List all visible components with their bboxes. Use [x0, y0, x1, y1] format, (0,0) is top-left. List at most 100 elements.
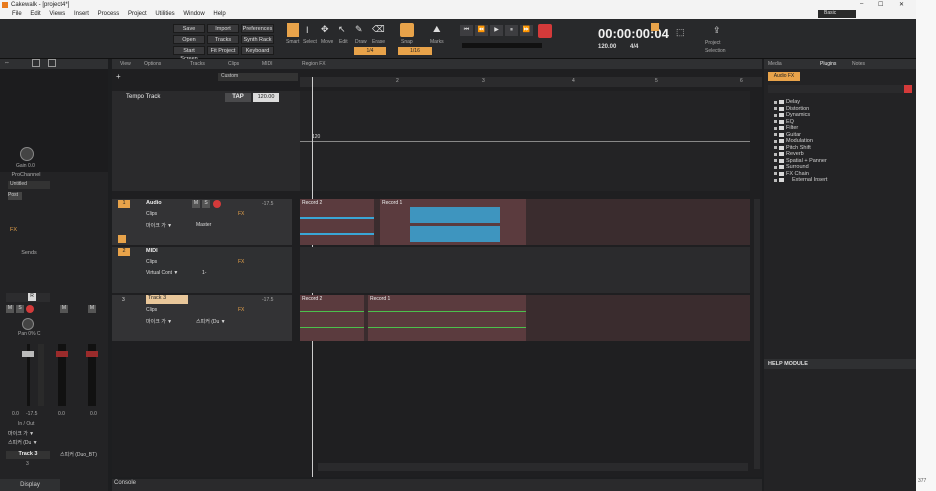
strip-record-arm[interactable]: [26, 305, 34, 313]
post-button[interactable]: Post: [8, 192, 22, 200]
maximize-button[interactable]: ☐: [878, 1, 883, 8]
track-1-arm[interactable]: [213, 200, 221, 208]
strip-solo[interactable]: S: [16, 305, 24, 313]
menu-process[interactable]: Process: [98, 11, 120, 17]
fx-bin[interactable]: FX: [8, 227, 50, 235]
grid-value[interactable]: 1/16: [398, 47, 432, 55]
synth-rack-button[interactable]: Synth Rack: [241, 35, 274, 44]
track-1-clip-record2[interactable]: Record 2: [300, 199, 374, 245]
track-1-volume[interactable]: -17.5: [262, 201, 273, 207]
track-3-header[interactable]: 3 Track 3 -17.5 Clips 마이크 가 ▼ 스피커 (Du ▼ …: [112, 295, 292, 341]
audio-fx-button[interactable]: Audio FX: [768, 72, 800, 81]
track-3-volume[interactable]: -17.5: [262, 297, 273, 303]
minimize-button[interactable]: –: [860, 1, 863, 7]
midi-menu[interactable]: MIDI: [262, 61, 273, 67]
read-button[interactable]: R: [28, 293, 36, 301]
tracks-button[interactable]: Tracks: [207, 35, 239, 44]
tap-button[interactable]: TAP: [225, 93, 251, 102]
input-select[interactable]: 마이크 가 ▼: [8, 430, 34, 437]
track-2-output[interactable]: 1-: [202, 270, 206, 276]
strip-track-name[interactable]: Track 3: [6, 451, 50, 459]
tempo-lane[interactable]: 120: [300, 91, 750, 191]
track-2-clips[interactable]: Clips: [146, 259, 157, 265]
track-3-input[interactable]: 마이크 가 ▼: [146, 318, 172, 325]
options-menu[interactable]: Options: [144, 61, 161, 67]
menu-insert[interactable]: Insert: [74, 11, 89, 17]
play-button[interactable]: ▶: [490, 25, 503, 36]
clips-menu[interactable]: Clips: [228, 61, 239, 67]
rewind-button[interactable]: ⏮: [460, 25, 473, 36]
track-1-header[interactable]: 1 Audio M S -17.5 Clips 마이크 가 ▼ Master F…: [112, 199, 292, 245]
track-3-name[interactable]: Track 3: [146, 295, 188, 304]
track-2-name[interactable]: MIDI: [146, 248, 158, 254]
track-3-clip-record2[interactable]: Record 2: [300, 295, 364, 341]
workspace-select[interactable]: Basic: [818, 10, 856, 18]
track-3-clip-record1[interactable]: Record 1: [368, 295, 526, 341]
clear-search-icon[interactable]: [904, 85, 912, 93]
track-3-lane[interactable]: Record 2 Record 1: [300, 295, 750, 341]
horizontal-scrollbar[interactable]: [318, 463, 748, 471]
position-slider[interactable]: [462, 43, 542, 48]
pause-button[interactable]: ⏸: [505, 25, 518, 36]
region-fx-menu[interactable]: Region FX: [302, 61, 326, 67]
preset-field[interactable]: Untitled: [8, 181, 50, 189]
track-3-clips[interactable]: Clips: [146, 307, 157, 313]
inspector-toggle-icon[interactable]: ⇔: [4, 60, 10, 66]
meter-display[interactable]: 4/4: [630, 44, 638, 50]
draw-tool-icon[interactable]: ✎: [355, 24, 363, 35]
track-2-input[interactable]: Virtual Cont ▼: [146, 270, 178, 276]
forward-button[interactable]: ⏩: [520, 25, 533, 36]
plugin-external-insert[interactable]: External Insert: [764, 177, 916, 184]
tab-media[interactable]: Media: [768, 61, 782, 67]
track-3-fx[interactable]: FX: [238, 307, 244, 313]
edit-tool-icon[interactable]: ↖: [338, 24, 346, 35]
track-1-fx[interactable]: FX: [238, 211, 244, 217]
inspector-icon-a[interactable]: [32, 59, 40, 67]
track-1-input[interactable]: 마이크 가 ▼: [146, 222, 172, 229]
menu-utilities[interactable]: Utilities: [155, 11, 174, 17]
snap-value[interactable]: 1/4: [354, 47, 386, 55]
vertical-scrollbar[interactable]: [754, 199, 760, 469]
fit-project-button[interactable]: Fit Project: [207, 46, 239, 55]
menu-edit[interactable]: Edit: [30, 11, 40, 17]
import-button[interactable]: Import: [207, 24, 239, 33]
tempo-value[interactable]: 120.00: [253, 93, 279, 102]
track-1-lane[interactable]: Record 2 Record 1: [300, 199, 750, 245]
record-button[interactable]: [538, 24, 552, 38]
save-button[interactable]: Save: [173, 24, 205, 33]
tracks-menu[interactable]: Tracks: [190, 61, 205, 67]
smart-tool-icon[interactable]: [287, 23, 299, 37]
keyboard-button[interactable]: Keyboard: [241, 46, 274, 55]
track-2-fx[interactable]: FX: [238, 259, 244, 265]
loop-icon[interactable]: [651, 23, 659, 31]
back-button[interactable]: ⏪: [475, 25, 488, 36]
fader-2[interactable]: [56, 351, 68, 357]
menu-views[interactable]: Views: [49, 11, 65, 17]
track-1-clips[interactable]: Clips: [146, 211, 157, 217]
lane-dropdown[interactable]: Custom: [218, 73, 298, 81]
close-button[interactable]: ✕: [899, 1, 904, 8]
fader-main[interactable]: [22, 351, 34, 357]
track-2-lane[interactable]: [300, 247, 750, 293]
track-3-output[interactable]: 스피커 (Du ▼: [196, 318, 226, 325]
track-1-mute[interactable]: M: [192, 200, 200, 208]
view-menu[interactable]: View: [120, 61, 131, 67]
tab-notes[interactable]: Notes: [852, 61, 865, 67]
inspector-icon-b[interactable]: [48, 59, 56, 67]
pan-knob[interactable]: [22, 318, 34, 330]
track-1-solo[interactable]: S: [202, 200, 210, 208]
track-1-name[interactable]: Audio: [146, 200, 162, 206]
move-tool-icon[interactable]: ✥: [321, 24, 329, 35]
marks-icon[interactable]: ⛰: [433, 24, 441, 35]
menu-project[interactable]: Project: [128, 11, 147, 17]
start-screen-button[interactable]: Start Screen: [173, 46, 205, 62]
gain-knob[interactable]: [20, 147, 34, 161]
selection-option[interactable]: Selection: [705, 48, 726, 54]
add-track-icon[interactable]: +: [116, 72, 121, 81]
display-tab[interactable]: Display: [0, 479, 60, 491]
console-tab[interactable]: Console: [114, 480, 136, 486]
track-1-clip-record1[interactable]: Record 1: [380, 199, 526, 245]
menu-file[interactable]: File: [12, 11, 22, 17]
snap-icon[interactable]: [400, 23, 414, 37]
tempo-display[interactable]: 120.00: [598, 44, 616, 50]
